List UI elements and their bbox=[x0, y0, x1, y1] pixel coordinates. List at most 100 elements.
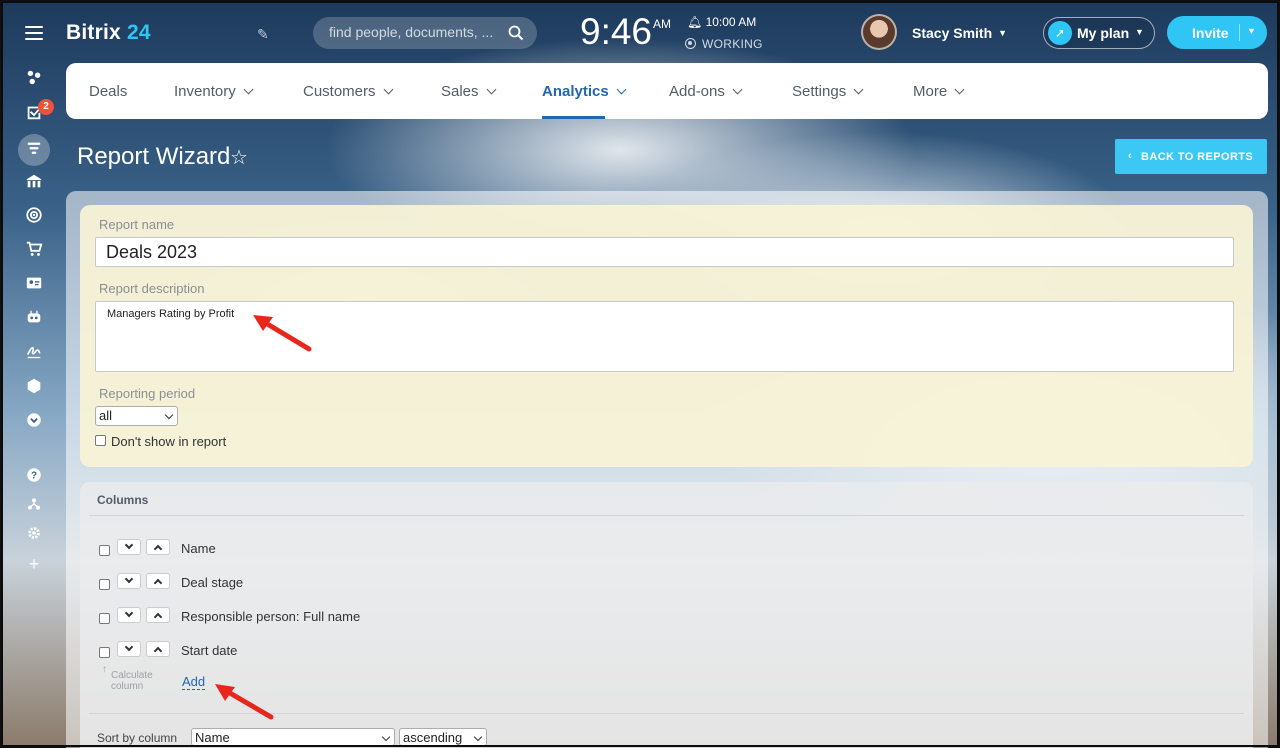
sort-column-value: Name bbox=[195, 730, 230, 745]
reporting-period-value: all bbox=[99, 408, 113, 423]
caret-down-icon[interactable]: ▼ bbox=[1247, 26, 1256, 36]
search-icon[interactable] bbox=[508, 25, 524, 41]
column-label-start-date: Start date bbox=[181, 643, 238, 658]
chevron-left-icon: ‹ bbox=[1128, 150, 1132, 162]
svg-text:?: ? bbox=[31, 471, 37, 482]
settings-gear-icon[interactable] bbox=[23, 524, 45, 546]
hamburger-menu-icon[interactable] bbox=[25, 26, 43, 40]
chevron-down-icon bbox=[473, 732, 483, 742]
store-icon[interactable] bbox=[23, 172, 45, 194]
signature-icon[interactable] bbox=[23, 342, 45, 364]
structure-icon[interactable] bbox=[23, 495, 45, 517]
reporting-period-label: Reporting period bbox=[99, 386, 196, 401]
move-up-button[interactable] bbox=[146, 607, 170, 623]
dont-show-label: Don't show in report bbox=[111, 434, 227, 449]
column-checkbox[interactable] bbox=[99, 545, 110, 556]
favorite-star-icon[interactable]: ☆ bbox=[230, 145, 248, 170]
tab-add-ons[interactable]: Add-ons bbox=[669, 83, 743, 100]
my-plan-label: My plan bbox=[1077, 25, 1130, 41]
sort-order-value: ascending bbox=[403, 730, 463, 745]
move-up-button[interactable] bbox=[146, 539, 170, 555]
divider bbox=[1239, 24, 1240, 41]
chevron-down-icon bbox=[616, 84, 627, 95]
move-up-button[interactable] bbox=[146, 641, 170, 657]
report-name-input[interactable]: Deals 2023 bbox=[95, 237, 1234, 267]
tab-settings[interactable]: Settings bbox=[792, 83, 864, 100]
add-column-link[interactable]: Add bbox=[182, 675, 206, 690]
tab-customers[interactable]: Customers bbox=[303, 83, 393, 100]
clock-time[interactable]: 9:46 bbox=[580, 11, 652, 53]
my-plan-button[interactable]: ➚ My plan ▼ bbox=[1043, 17, 1155, 49]
sort-column-select[interactable]: Name bbox=[191, 728, 395, 746]
column-checkbox[interactable] bbox=[99, 613, 110, 624]
chevron-down-icon bbox=[853, 84, 864, 95]
column-checkbox[interactable] bbox=[99, 579, 110, 590]
column-label-name: Name bbox=[181, 541, 216, 556]
rocket-icon: ➚ bbox=[1048, 21, 1072, 45]
box-icon[interactable] bbox=[23, 377, 45, 399]
divider bbox=[89, 515, 1244, 516]
sort-by-column-label: Sort by column bbox=[97, 731, 178, 745]
crm-filter-icon[interactable] bbox=[23, 139, 45, 161]
annotation-arrow-icon bbox=[215, 684, 274, 720]
cart-icon[interactable] bbox=[23, 240, 45, 262]
alarm-time[interactable]: 🔔︎ 10:00 AM bbox=[687, 15, 756, 29]
dont-show-checkbox[interactable] bbox=[95, 435, 106, 446]
bitrix24-logo[interactable]: Bitrix 24 bbox=[66, 21, 151, 45]
reporting-period-select[interactable]: all bbox=[95, 406, 178, 426]
move-down-button[interactable] bbox=[117, 641, 141, 657]
move-up-button[interactable] bbox=[146, 573, 170, 589]
back-to-reports-label: BACK TO REPORTS bbox=[1141, 151, 1254, 163]
chevron-down-icon bbox=[732, 84, 743, 95]
report-name-label: Report name bbox=[99, 217, 175, 232]
tab-more[interactable]: More bbox=[913, 83, 965, 100]
active-tab-underline bbox=[542, 116, 605, 119]
columns-title: Columns bbox=[97, 493, 149, 507]
search-input[interactable] bbox=[329, 24, 499, 40]
left-sidebar: 2 ? + bbox=[1, 1, 65, 748]
alarm-time-label: 10:00 AM bbox=[705, 15, 757, 29]
calculate-column-hint: ↑ Calculate column bbox=[102, 664, 153, 692]
search-box[interactable] bbox=[313, 17, 537, 49]
tasks-badge: 2 bbox=[38, 99, 54, 115]
sort-order-select[interactable]: ascending bbox=[399, 728, 487, 746]
caret-down-icon: ▼ bbox=[998, 28, 1008, 38]
robot-icon[interactable] bbox=[23, 308, 45, 330]
chevron-down-icon bbox=[383, 84, 393, 95]
back-to-reports-button[interactable]: ‹ BACK TO REPORTS bbox=[1115, 139, 1267, 174]
column-checkbox[interactable] bbox=[99, 647, 110, 658]
tab-sales[interactable]: Sales bbox=[441, 83, 496, 100]
chevron-down-icon bbox=[486, 84, 496, 95]
crm-menu-bar: Deals Inventory Customers Sales Analytic… bbox=[66, 63, 1268, 119]
move-down-button[interactable] bbox=[117, 573, 141, 589]
chevron-down-icon bbox=[243, 84, 254, 95]
help-icon[interactable]: ? bbox=[23, 466, 45, 488]
column-label-responsible-person: Responsible person: Full name bbox=[181, 609, 361, 624]
tab-inventory[interactable]: Inventory bbox=[174, 83, 254, 100]
chevron-down-icon bbox=[164, 410, 174, 420]
column-label-deal-stage: Deal stage bbox=[181, 575, 244, 590]
user-name: Stacy Smith bbox=[912, 25, 993, 41]
add-plus-icon[interactable]: + bbox=[23, 553, 45, 575]
user-menu[interactable]: Stacy Smith ▼ bbox=[912, 25, 1007, 41]
user-avatar[interactable] bbox=[861, 14, 897, 50]
edit-pencil-icon[interactable]: ✎ bbox=[257, 26, 269, 43]
work-status[interactable]: WORKING bbox=[685, 37, 763, 51]
clock-ampm: AM bbox=[653, 17, 671, 31]
feed-icon[interactable] bbox=[23, 68, 45, 90]
contact-card-icon[interactable] bbox=[23, 274, 45, 296]
invite-label: Invite bbox=[1192, 25, 1229, 41]
move-down-button[interactable] bbox=[117, 539, 141, 555]
tab-deals[interactable]: Deals bbox=[89, 83, 127, 100]
work-status-label: WORKING bbox=[702, 37, 763, 51]
move-down-button[interactable] bbox=[117, 607, 141, 623]
target-icon[interactable] bbox=[23, 206, 45, 228]
bell-icon: 🔔︎ bbox=[687, 15, 703, 29]
more-chevron-icon[interactable] bbox=[23, 411, 45, 433]
caret-down-icon: ▼ bbox=[1135, 27, 1144, 37]
invite-button[interactable]: Invite ▼ bbox=[1167, 16, 1267, 49]
arrow-up-icon: ↑ bbox=[102, 664, 107, 675]
report-description-label: Report description bbox=[99, 281, 205, 296]
tab-analytics[interactable]: Analytics bbox=[542, 83, 627, 100]
annotation-arrow-icon bbox=[253, 315, 312, 352]
